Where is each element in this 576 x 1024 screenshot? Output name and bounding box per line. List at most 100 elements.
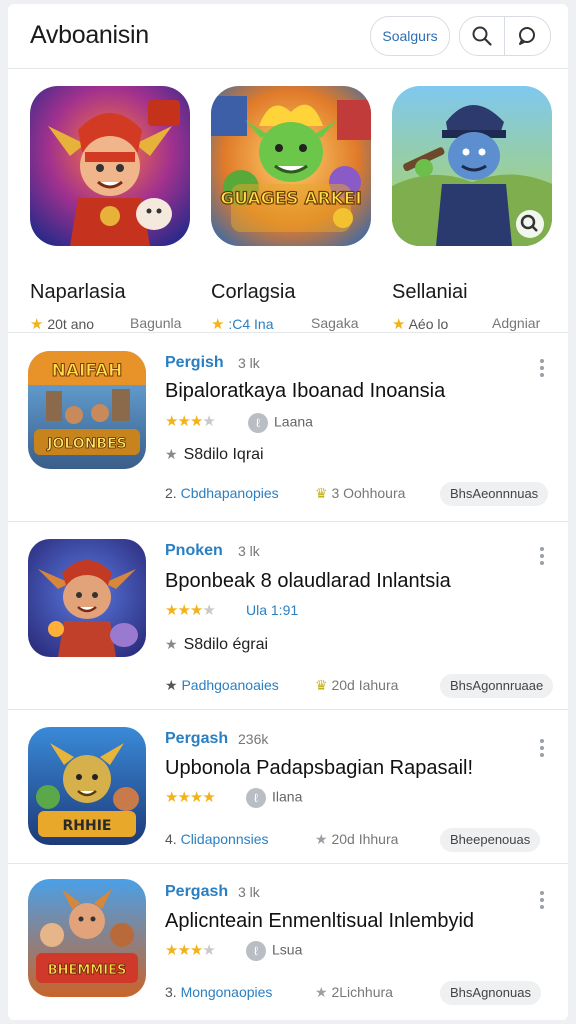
app-rank: 4. — [165, 831, 177, 847]
app-subtitle: S8dilo Iqrai — [183, 446, 264, 463]
app-category: Pergash — [165, 730, 229, 747]
star-icon: ★ — [189, 602, 203, 619]
app-rating-value: Ilana — [272, 788, 303, 805]
more-options-icon[interactable] — [536, 545, 548, 567]
app-category: Pergash — [165, 883, 229, 900]
star-rating: ★★★★ — [165, 601, 216, 619]
app-list-item[interactable]: Pnoken 3 lk Bponbeak 8 olaudlarad Inlant… — [8, 521, 568, 710]
star-icon: ★ — [392, 316, 406, 333]
suggestions-pill-button[interactable]: Soalgurs — [370, 16, 450, 56]
app-tag-chip[interactable]: BhsAeonnnuas — [440, 482, 549, 506]
app-title: Bponbeak 8 olaudlarad Inlantsia — [165, 570, 451, 592]
featured-app-publisher: Adgniar — [492, 315, 541, 331]
app-art-text: BHEMMIES — [48, 963, 127, 978]
star-icon: ★ — [189, 789, 203, 806]
star-icon: ★ — [30, 316, 44, 333]
app-rank: 3. — [165, 984, 177, 1000]
app-list-item[interactable]: RHHIE Pergash 236k Upbonola Padapsbagian… — [8, 709, 568, 864]
featured-carousel: Naparlasia ★ 20t ano Bagunla GUAGES ARKE… — [8, 68, 568, 333]
app-icon[interactable]: NAIFAH JOLONBES — [28, 351, 146, 469]
app-rating-value: Laana — [274, 413, 313, 430]
star-icon: ★ — [177, 602, 190, 619]
star-icon: ★ — [165, 942, 178, 959]
search-icon — [472, 26, 492, 46]
app-store-screen: Avboanisin Soalgurs Naparlasia ★ 20t ano… — [8, 4, 568, 1020]
app-art-text: RHHIE — [63, 818, 112, 834]
star-rating: ★★★★ — [165, 412, 216, 430]
star-icon: ★ — [189, 942, 203, 959]
featured-card[interactable]: Sellaniai ★ Aéo lo Adgniar — [392, 86, 562, 333]
app-title: Upbonola Padapsbagian Rapasail! — [165, 757, 474, 779]
app-rating-value: Lsua — [272, 941, 303, 958]
more-options-icon[interactable] — [536, 357, 548, 379]
search-button[interactable] — [459, 16, 505, 56]
app-downloads-value: 3 Oohhoura — [331, 485, 406, 501]
app-category: Pnoken — [165, 542, 223, 559]
app-rating-text: ℓ Laana — [248, 413, 313, 433]
trophy-icon: ♛ — [315, 677, 328, 693]
featured-app-icon[interactable] — [30, 86, 190, 246]
app-category: Pergish — [165, 354, 224, 371]
app-title: Bipaloratkaya Iboanad Inoansia — [165, 380, 446, 402]
app-developer: 2. Cbdhapanopies — [165, 485, 279, 501]
star-icon: ★ — [202, 413, 215, 430]
app-rating-text: ℓ Lsua — [246, 941, 302, 961]
app-downloads-value: 20d Ihhura — [331, 831, 399, 847]
app-tag-chip[interactable]: BhsAgonnruaae — [440, 674, 554, 698]
star-outline-icon: ★ — [315, 831, 328, 847]
app-downloads: ★ 2Lichhura — [315, 984, 393, 1001]
top-app-bar: Avboanisin Soalgurs — [8, 4, 568, 69]
featured-card[interactable]: GUAGES ARKEI Corlagsia ★ :C4 Ina Sagaka — [211, 86, 381, 333]
star-icon: ★ — [211, 316, 225, 333]
app-tag-chip[interactable]: BhsAgnonuas — [440, 981, 541, 1005]
app-subtitle-line: ★ S8dilo égrai — [165, 636, 268, 654]
app-developer: 4. Clidaponnsies — [165, 831, 269, 847]
star-outline-icon: ★ — [315, 984, 328, 1000]
app-title: Avboanisin — [30, 21, 149, 49]
trophy-icon: ♛ — [315, 485, 328, 501]
app-developer-name: Clidaponnsies — [180, 831, 269, 847]
app-developer: 3. Mongonaopies — [165, 984, 272, 1000]
app-downloads-value: 2Lichhura — [331, 984, 393, 1000]
app-downloads-value: 20d Iahura — [331, 677, 399, 693]
featured-card[interactable]: Naparlasia ★ 20t ano Bagunla — [30, 86, 200, 333]
app-rank: 2. — [165, 485, 177, 501]
app-downloads: ♛ 3 Oohhoura — [315, 485, 405, 502]
featured-app-publisher: Bagunla — [130, 315, 182, 331]
star-rating: ★★★★ — [165, 788, 216, 806]
star-icon: ★ — [202, 789, 215, 806]
star-icon: ★ — [189, 413, 203, 430]
app-rating-value: Ula 1:91 — [246, 602, 299, 618]
app-icon[interactable] — [28, 539, 146, 657]
more-options-icon[interactable] — [536, 889, 548, 911]
featured-app-rating: :C4 Ina — [228, 316, 274, 332]
star-outline-icon: ★ — [165, 636, 178, 652]
star-rating: ★★★★ — [165, 941, 216, 959]
star-icon: ★ — [165, 789, 178, 806]
app-subtitle-line: ★ S8dilo Iqrai — [165, 446, 264, 464]
app-title: Aplicnteain Enmenltisual Inlembyid — [165, 910, 475, 932]
app-review-count: 3 lk — [238, 884, 260, 900]
more-options-icon[interactable] — [536, 737, 548, 759]
app-icon[interactable]: BHEMMIES — [28, 879, 146, 997]
info-icon: ℓ — [248, 413, 268, 433]
featured-app-name: Sellaniai — [392, 281, 468, 303]
featured-app-meta: ★ 20t ano Bagunla — [30, 315, 200, 333]
featured-app-name: Corlagsia — [211, 281, 296, 303]
featured-app-icon[interactable] — [392, 86, 552, 246]
app-icon[interactable]: RHHIE — [28, 727, 146, 845]
featured-app-icon[interactable]: GUAGES ARKEI — [211, 86, 371, 246]
featured-app-meta: ★ Aéo lo Adgniar — [392, 315, 562, 333]
chat-bubble-icon — [519, 27, 535, 45]
star-icon: ★ — [165, 602, 178, 619]
chat-button[interactable] — [504, 16, 551, 56]
app-list-item[interactable]: NAIFAH JOLONBES Pergish 3 lk Bipaloratka… — [8, 333, 568, 522]
app-rating-text: ℓ Ilana — [246, 788, 302, 808]
star-outline-icon: ★ — [165, 446, 178, 462]
star-icon: ★ — [177, 789, 190, 806]
featured-app-name: Naparlasia — [30, 281, 126, 303]
app-list-item[interactable]: BHEMMIES Pergash 3 lk Aplicnteain Enmenl… — [8, 863, 568, 1020]
app-tag-chip[interactable]: Bheepenouas — [440, 828, 541, 852]
star-icon: ★ — [177, 942, 190, 959]
star-outline-icon: ★ — [165, 677, 182, 693]
